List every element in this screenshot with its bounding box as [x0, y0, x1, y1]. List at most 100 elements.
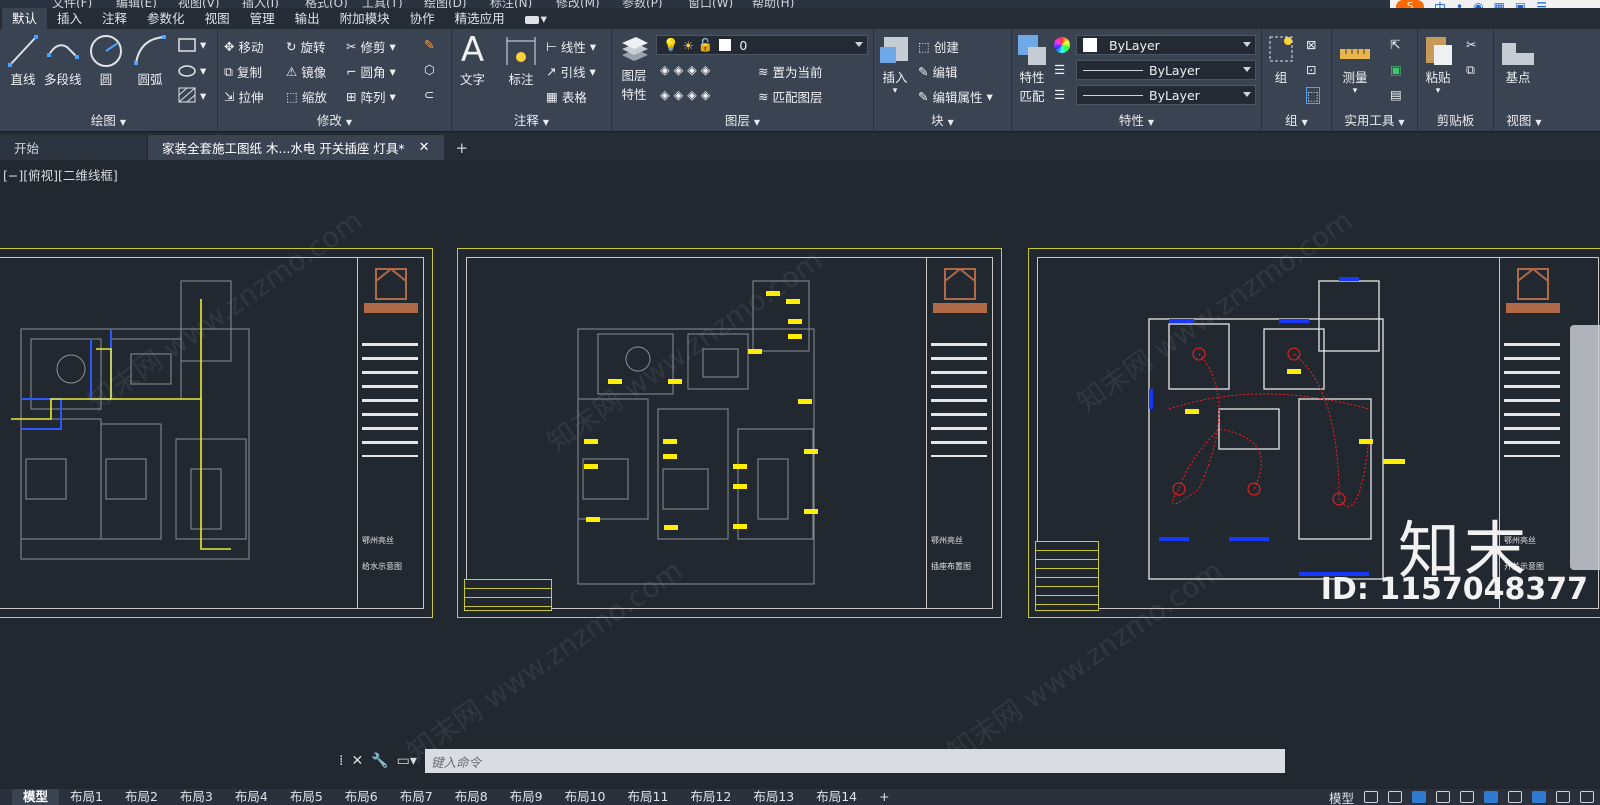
text-button[interactable]: A 文字 — [460, 31, 485, 88]
group-select-button[interactable]: ⬚ — [1306, 87, 1320, 104]
tab-output[interactable]: 输出 — [285, 8, 330, 29]
new-tab-button[interactable]: + — [446, 135, 479, 160]
hatch-button[interactable]: ▾ — [178, 87, 206, 103]
layout-tab-14[interactable]: 布局14 — [805, 789, 868, 805]
match-layer-button[interactable]: ≋ 匹配图层 — [758, 87, 823, 106]
scale-button[interactable]: ⬚ 缩放 — [286, 87, 327, 106]
group-edit-button[interactable]: ⊡ — [1306, 62, 1316, 77]
quick-select-button[interactable]: ⇱ — [1390, 37, 1400, 52]
layout-tab-3[interactable]: 布局3 — [169, 789, 224, 805]
layer-dropdown[interactable]: 💡 ☀ 🔓 0 — [656, 35, 868, 55]
menu-modify[interactable]: 修改(M) — [556, 0, 600, 8]
tab-annotate[interactable]: 注释 — [92, 8, 137, 29]
paste-button[interactable]: 粘贴 ▾ — [1422, 33, 1454, 96]
match-properties-button[interactable]: 特性 匹配 — [1016, 33, 1048, 105]
menu-draw[interactable]: 绘图(D) — [424, 0, 467, 8]
layout-tab-model[interactable]: 模型 — [12, 789, 60, 805]
leader-button[interactable]: ↗ 引线 ▾ — [546, 62, 596, 81]
layout-tab-6[interactable]: 布局6 — [334, 789, 389, 805]
tab-collaborate[interactable]: 协作 — [400, 8, 445, 29]
layout-tab-1[interactable]: 布局1 — [59, 789, 114, 805]
ortho-toggle-icon[interactable] — [1412, 791, 1426, 803]
osnap-toggle-icon[interactable] — [1484, 791, 1498, 803]
tab-addins[interactable]: 附加模块 — [330, 8, 400, 29]
drawing-sheet-water[interactable]: 鄂州亮丝 给水示意图 — [0, 248, 433, 618]
tab-insert[interactable]: 插入 — [47, 8, 92, 29]
base-point-button[interactable]: 基点 — [1500, 37, 1536, 86]
snap-toggle-icon[interactable] — [1388, 791, 1402, 803]
line-button[interactable]: 直线 — [6, 33, 40, 88]
panel-annotation-title[interactable]: 注释 ▼ — [452, 110, 611, 129]
panel-clipboard-title[interactable]: 剪贴板 — [1418, 110, 1493, 129]
panel-view-title[interactable]: 视图 ▼ — [1494, 110, 1554, 129]
circle-button[interactable]: 圆 — [88, 33, 124, 88]
menu-param[interactable]: 参数(P) — [622, 0, 663, 8]
menu-dimension[interactable]: 标注(N) — [490, 0, 532, 8]
layout-tab-11[interactable]: 布局11 — [617, 789, 680, 805]
rotate-button[interactable]: ↻ 旋转 — [286, 37, 326, 56]
close-icon[interactable]: ✕ — [351, 753, 363, 769]
trim-button[interactable]: ✂ 修剪 ▾ — [346, 37, 396, 56]
ellipse-button[interactable]: ▾ — [178, 63, 206, 78]
erase-button[interactable]: ✎ — [424, 37, 434, 52]
panel-properties-title[interactable]: 特性 ▼ — [1012, 110, 1261, 129]
dimension-button[interactable]: 标注 — [504, 35, 538, 88]
doc-tab-drawing[interactable]: 家装全套施工图纸 木...水电 开关插座 灯具* ✕ — [148, 135, 444, 160]
copy-button[interactable]: ⧉ 复制 — [224, 62, 262, 81]
rectangle-button[interactable]: ▾ — [178, 37, 206, 52]
layout-tab-13[interactable]: 布局13 — [742, 789, 805, 805]
panel-block-title[interactable]: 块 ▼ — [874, 110, 1011, 129]
panel-modify-title[interactable]: 修改 ▼ — [218, 110, 451, 129]
layout-tab-4[interactable]: 布局4 — [224, 789, 279, 805]
close-tab-icon[interactable]: ✕ — [419, 140, 430, 155]
menu-insert[interactable]: 插入(I) — [242, 0, 279, 8]
edit-block-button[interactable]: ✎ 编辑 — [918, 62, 958, 81]
tab-parametric[interactable]: 参数化 — [137, 8, 195, 29]
drawing-sheet-sockets[interactable]: 鄂州亮丝 插座布置图 — [457, 248, 1002, 618]
menu-view[interactable]: 视图(V) — [178, 0, 220, 8]
panel-utilities-title[interactable]: 实用工具 ▼ — [1332, 110, 1417, 129]
color-wheel-icon[interactable] — [1054, 37, 1070, 53]
layout-tab-8[interactable]: 布局8 — [444, 789, 499, 805]
grid-toggle-icon[interactable] — [1364, 791, 1378, 803]
measure-button[interactable]: 测量 ▾ — [1338, 35, 1372, 96]
select-similar-button[interactable]: ▣ — [1390, 62, 1402, 77]
annotation-scale-icon[interactable] — [1508, 791, 1522, 803]
layer-tools-row2[interactable]: ◈ ◈ ◈ ◈ — [660, 87, 710, 102]
calculator-button[interactable]: ▤ — [1390, 87, 1402, 102]
polyline-button[interactable]: 多段线 — [44, 33, 82, 88]
menu-help[interactable]: 帮助(H) — [752, 0, 794, 8]
fillet-button[interactable]: ⌐ 圆角 ▾ — [346, 62, 396, 81]
menu-format[interactable]: 格式(O) — [305, 0, 348, 8]
move-button[interactable]: ✥ 移动 — [224, 37, 264, 56]
create-block-button[interactable]: ⬚ 创建 — [918, 37, 959, 56]
layout-tab-12[interactable]: 布局12 — [679, 789, 742, 805]
edit-attributes-button[interactable]: ✎ 编辑属性 ▾ — [918, 87, 993, 106]
array-button[interactable]: ⊞ 阵列 ▾ — [346, 87, 396, 106]
insert-block-button[interactable]: 插入 ▾ — [878, 33, 912, 96]
layout-tab-5[interactable]: 布局5 — [279, 789, 334, 805]
menu-edit[interactable]: 编辑(E) — [116, 0, 157, 8]
linetype-dropdown[interactable]: ByLayer — [1076, 60, 1256, 80]
offset-button[interactable]: ⊂ — [424, 87, 434, 102]
add-layout-button[interactable]: + — [868, 789, 900, 805]
set-current-button[interactable]: ≋ 置为当前 — [758, 62, 823, 81]
tab-video-dropdown[interactable]: ▾ — [515, 8, 557, 29]
layout-tab-7[interactable]: 布局7 — [389, 789, 444, 805]
stretch-button[interactable]: ⇲ 拉伸 — [224, 87, 264, 106]
drawing-canvas[interactable]: [−][俯视][二维线框] 知末网 www.znzmo.com 知末网 www.… — [0, 160, 1600, 770]
tab-default[interactable]: 默认 — [2, 8, 48, 29]
tab-featured[interactable]: 精选应用 — [445, 8, 515, 29]
doc-tab-start[interactable]: 开始 — [0, 135, 146, 160]
linear-button[interactable]: ⊢ 线性 ▾ — [546, 37, 596, 56]
layout-tab-10[interactable]: 布局10 — [554, 789, 617, 805]
layout-tab-2[interactable]: 布局2 — [114, 789, 169, 805]
menu-tools[interactable]: 工具(T) — [362, 0, 403, 8]
command-input[interactable]: 键入命令 — [425, 749, 1285, 773]
copy-clip-button[interactable]: ⧉ — [1466, 62, 1475, 78]
model-space-toggle[interactable]: 模型 — [1329, 789, 1354, 805]
grip-icon[interactable]: ⁞ — [339, 753, 343, 769]
mirror-button[interactable]: ⚠ 镜像 — [286, 62, 326, 81]
lineweight-dropdown[interactable]: ByLayer — [1076, 85, 1256, 105]
command-history-icon[interactable]: ▭▾ — [397, 753, 417, 769]
